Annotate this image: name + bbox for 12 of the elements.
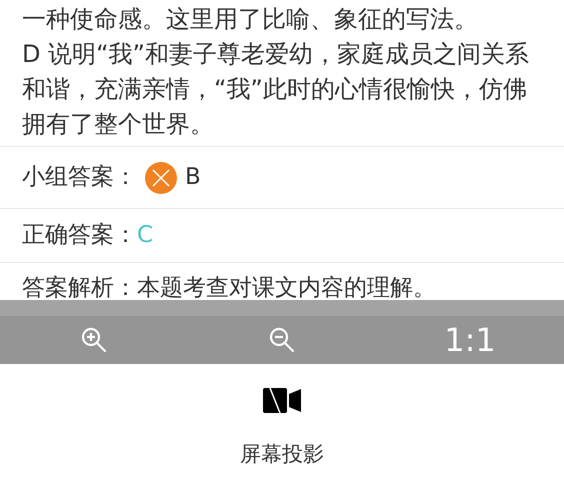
- correct-answer-value: C: [137, 221, 154, 250]
- group-answer-label: 小组答案：: [22, 163, 137, 192]
- zoom-in-icon: [80, 326, 108, 354]
- screen-projection-button[interactable]: 屏幕投影: [240, 388, 324, 470]
- video-camera-icon: [263, 388, 301, 413]
- correct-answer-label: 正确答案：: [22, 221, 137, 250]
- explanation-text: D 说明“我”和妻子尊老爱幼，家庭成员之间关系和谐，充满亲情，“我”此时的心情很愉快，仿佛拥有了整个世界。: [22, 39, 530, 140]
- zoom-out-icon: [268, 326, 296, 354]
- analysis-text: 本题考查对课文内容的理解。: [137, 274, 436, 300]
- analysis-label: 答案解析：: [22, 274, 137, 300]
- group-answer-value: B: [185, 163, 201, 192]
- explanation-text: 一种使命感。这里用了比喻、象征的写法。: [22, 4, 479, 35]
